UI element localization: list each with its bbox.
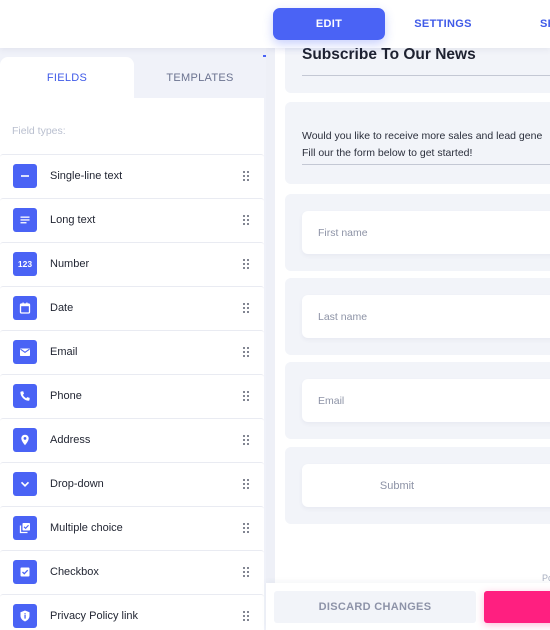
tab-templates[interactable]: TEMPLATES (134, 57, 266, 98)
drag-handle-icon[interactable] (243, 302, 250, 314)
discard-changes-button[interactable]: DISCARD CHANGES (274, 591, 476, 623)
field-item-email[interactable]: Email (0, 330, 264, 373)
tab-edit[interactable]: EDIT (273, 8, 385, 40)
first-name-input[interactable]: First name (302, 211, 550, 254)
checkbox-icon (13, 560, 37, 584)
drag-handle-icon[interactable] (243, 346, 250, 358)
drag-handle-icon[interactable] (243, 390, 250, 402)
drag-handle-icon[interactable] (243, 478, 250, 490)
submit-button[interactable]: Submit (302, 464, 550, 507)
calendar-icon (13, 296, 37, 320)
tab-settings[interactable]: SETTINGS (400, 8, 486, 40)
multi-check-icon (13, 516, 37, 540)
phone-icon (13, 384, 37, 408)
field-types-label: Field types: (12, 125, 66, 137)
field-item-checkbox[interactable]: Checkbox (0, 550, 264, 593)
field-item-label: Phone (50, 390, 82, 402)
number-123-icon: 123 (13, 252, 37, 276)
last-name-input[interactable]: Last name (302, 295, 550, 338)
panel-divider (266, 48, 275, 630)
powered-by-label: Po (542, 573, 550, 583)
field-item-label: Privacy Policy link (50, 610, 139, 622)
field-item-address[interactable]: Address (0, 418, 264, 461)
drag-handle-icon[interactable] (243, 214, 250, 226)
field-item-label: Email (50, 346, 78, 358)
field-item-number[interactable]: 123 Number (0, 242, 264, 285)
map-pin-icon (13, 428, 37, 452)
bottom-action-bar: DISCARD CHANGES (266, 583, 550, 630)
drag-handle-icon[interactable] (243, 434, 250, 446)
title-underline (302, 75, 550, 76)
drag-handle-icon[interactable] (243, 610, 250, 622)
email-field-block[interactable]: Email (285, 362, 550, 439)
tab-share[interactable]: SH (530, 8, 550, 40)
form-description[interactable]: Would you like to receive more sales and… (302, 128, 542, 162)
email-input[interactable]: Email (302, 379, 550, 422)
field-item-label: Single-line text (50, 170, 123, 182)
form-builder: EDIT SETTINGS SH FIELDS TEMPLATES Field … (0, 0, 550, 630)
field-item-label: Address (50, 434, 91, 446)
first-name-field-block[interactable]: First name (285, 194, 550, 271)
field-item-date[interactable]: Date (0, 286, 264, 329)
field-item-label: Date (50, 302, 74, 314)
top-navigation: EDIT SETTINGS SH (0, 0, 550, 48)
text-lines-icon (13, 208, 37, 232)
shield-info-icon (13, 604, 37, 628)
field-item-single-line-text[interactable]: Single-line text (0, 154, 264, 197)
tab-fields[interactable]: FIELDS (0, 57, 134, 98)
minus-icon (13, 164, 37, 188)
description-underline (302, 164, 550, 165)
description-line-1: Would you like to receive more sales and… (302, 130, 543, 142)
form-title[interactable]: Subscribe To Our News (302, 46, 476, 64)
field-item-long-text[interactable]: Long text (0, 198, 264, 241)
field-item-phone[interactable]: Phone (0, 374, 264, 417)
last-name-field-block[interactable]: Last name (285, 278, 550, 355)
form-canvas: Subscribe To Our News Would you like to … (275, 36, 550, 630)
field-item-drop-down[interactable]: Drop-down (0, 462, 264, 505)
drag-handle-icon[interactable] (243, 170, 250, 182)
submit-block[interactable]: Submit (285, 447, 550, 524)
field-item-label: Checkbox (50, 566, 99, 578)
save-button[interactable] (484, 591, 550, 623)
form-description-block[interactable]: Would you like to receive more sales and… (285, 102, 550, 184)
envelope-icon (13, 340, 37, 364)
field-types-list: Field types: Single-line text Long text … (0, 98, 264, 630)
drag-handle-icon[interactable] (243, 522, 250, 534)
drag-handle-icon[interactable] (243, 566, 250, 578)
field-item-label: Multiple choice (50, 522, 123, 534)
fields-panel: FIELDS TEMPLATES Field types: Single-lin… (0, 48, 266, 630)
field-item-privacy-policy-link[interactable]: Privacy Policy link (0, 594, 264, 630)
field-item-label: Number (50, 258, 90, 270)
field-item-label: Drop-down (50, 478, 104, 490)
chevron-down-icon (13, 472, 37, 496)
field-item-multiple-choice[interactable]: Multiple choice (0, 506, 264, 549)
drag-handle-icon[interactable] (243, 258, 250, 270)
field-item-label: Long text (50, 214, 96, 226)
description-line-2: Fill our the form below to get started! (302, 147, 473, 159)
